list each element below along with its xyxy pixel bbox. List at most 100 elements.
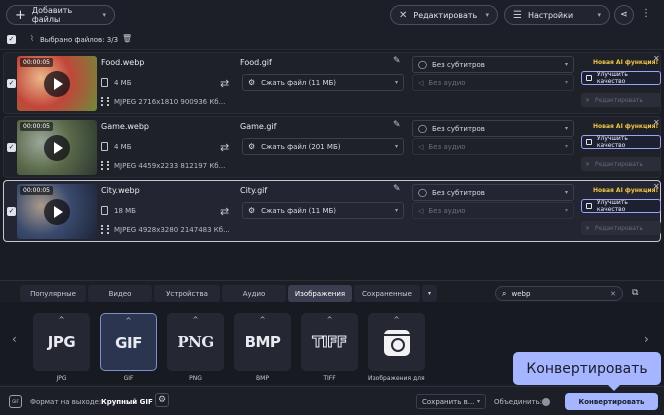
- save-location-select[interactable]: Сохранить в... ▾: [416, 394, 486, 409]
- enhance-quality-button[interactable]: Улучшить качество: [581, 135, 661, 149]
- share-icon: ⋖: [620, 10, 628, 20]
- chevron-up-icon[interactable]: ^: [301, 316, 358, 324]
- compress-select[interactable]: ⚙ Сжать файл (201 МБ) ▾: [242, 138, 404, 155]
- chevron-down-icon: ▾: [476, 398, 480, 405]
- file-checkbox[interactable]: ✓: [7, 79, 16, 88]
- play-icon[interactable]: [44, 135, 70, 161]
- compress-settings-icon: ⚙: [248, 206, 256, 215]
- tabs-more-button[interactable]: ▾: [422, 285, 437, 302]
- merge-toggle[interactable]: [542, 398, 550, 406]
- tab-popular[interactable]: Популярные: [20, 285, 86, 302]
- tab-label: Изображения: [294, 289, 346, 298]
- compress-select[interactable]: ⚙ Сжать файл (11 МБ) ▾: [242, 202, 404, 219]
- remove-file-icon[interactable]: ✕: [653, 118, 660, 127]
- chevron-up-icon[interactable]: ^: [33, 316, 90, 324]
- chevron-up-icon[interactable]: ^: [167, 316, 224, 324]
- tab-label: Сохраненные: [362, 289, 412, 298]
- more-options-icon[interactable]: ⋮: [641, 8, 651, 19]
- rename-pencil-icon[interactable]: ✎: [393, 120, 401, 130]
- source-file-meta: MJPEG 4928x3280 2147483 Кб...: [101, 225, 230, 234]
- audio-value: Без аудио: [428, 78, 466, 87]
- chevron-up-icon[interactable]: ^: [101, 317, 156, 325]
- format-logo: TIFF: [312, 333, 348, 352]
- tab-label: Видео: [108, 289, 132, 298]
- file-checkbox[interactable]: ✓: [7, 207, 16, 216]
- chevron-down-icon: ▾: [394, 207, 398, 214]
- format-logo: BMP: [244, 333, 281, 351]
- tab-video[interactable]: Видео: [88, 285, 152, 302]
- file-row[interactable]: ✓ 00:00:05 Game.webp 4 МБ MJPEG 4459x223…: [3, 116, 661, 178]
- edit-file-button[interactable]: ✕ Редактировать: [581, 93, 661, 107]
- play-icon[interactable]: [44, 71, 70, 97]
- compress-value: Сжать файл (11 МБ): [261, 78, 337, 87]
- format-card-tiff[interactable]: ^ TIFF: [301, 313, 358, 371]
- format-search-input[interactable]: ⌕ webp ✕: [495, 286, 623, 301]
- tab-audio[interactable]: Аудио: [222, 285, 286, 302]
- chevron-up-icon[interactable]: ^: [234, 316, 291, 324]
- file-thumbnail[interactable]: 00:00:05: [17, 184, 97, 239]
- enhance-quality-button[interactable]: Улучшить качество: [581, 199, 661, 213]
- trash-icon[interactable]: 🗑: [122, 34, 132, 43]
- camera-icon: [384, 330, 410, 356]
- scroll-right-icon[interactable]: ›: [644, 332, 649, 346]
- format-label: Изображения для с...: [368, 375, 425, 382]
- format-card-png[interactable]: ^ PNG: [167, 313, 224, 371]
- file-checkbox[interactable]: ✓: [7, 143, 16, 152]
- subtitles-select[interactable]: ◯ Без субтитров ▾: [412, 184, 574, 201]
- output-settings-button[interactable]: ⚙: [155, 393, 169, 407]
- tab-saved[interactable]: Сохраненные: [354, 285, 420, 302]
- subtitles-select[interactable]: ◯ Без субтитров ▾: [412, 56, 574, 73]
- edit-file-button[interactable]: ✕ Редактировать: [581, 157, 661, 171]
- output-format-icon: GIF: [9, 395, 22, 408]
- play-icon[interactable]: [44, 199, 70, 225]
- search-icon: ⌕: [502, 288, 507, 298]
- file-icon: [101, 78, 108, 87]
- chevron-up-icon[interactable]: ^: [368, 316, 425, 324]
- enhance-checkbox[interactable]: [586, 203, 592, 209]
- source-file-size: 4 МБ: [101, 78, 132, 87]
- remove-file-icon[interactable]: ✕: [653, 182, 660, 191]
- collapse-panel-icon[interactable]: ⧉: [632, 288, 638, 298]
- edit-menu-button[interactable]: ✕ Редактировать ▾: [390, 5, 498, 25]
- source-file-name: Food.webp: [101, 58, 145, 67]
- share-button[interactable]: ⋖: [614, 5, 634, 25]
- tab-images[interactable]: Изображения: [288, 285, 352, 302]
- convert-arrows-icon: ⇄: [220, 205, 230, 218]
- file-row[interactable]: ✓ 00:00:05 Food.webp 4 МБ MJPEG 2716x181…: [3, 52, 661, 114]
- tab-label: Аудио: [242, 289, 266, 298]
- enhance-checkbox[interactable]: [586, 75, 592, 81]
- subtitles-select[interactable]: ◯ Без субтитров ▾: [412, 120, 574, 137]
- rename-pencil-icon[interactable]: ✎: [393, 56, 401, 66]
- edit-file-button[interactable]: ✕ Редактировать: [581, 221, 661, 235]
- scroll-left-icon[interactable]: ‹: [12, 332, 17, 346]
- format-card-bmp[interactable]: ^ BMP: [234, 313, 291, 371]
- format-card-gif[interactable]: ^ GIF: [100, 313, 157, 371]
- file-thumbnail[interactable]: 00:00:05: [17, 120, 97, 175]
- add-files-button[interactable]: + Добавить файлы ▾: [6, 5, 115, 25]
- enhance-quality-button[interactable]: Улучшить качество: [581, 71, 661, 85]
- search-value: webp: [511, 289, 531, 298]
- source-file-name: City.webp: [101, 186, 140, 195]
- format-card-jpg[interactable]: ^ JPG: [33, 313, 90, 371]
- compress-select[interactable]: ⚙ Сжать файл (11 МБ) ▾: [242, 74, 404, 91]
- convert-arrows-icon: ⇄: [220, 77, 230, 90]
- clear-search-icon[interactable]: ✕: [610, 290, 616, 298]
- convert-tooltip: Конвертировать: [513, 352, 661, 391]
- format-card-social[interactable]: ^: [368, 313, 425, 371]
- select-all-checkbox[interactable]: ✓: [7, 35, 16, 44]
- remove-file-icon[interactable]: ✕: [653, 54, 660, 63]
- source-size-value: 4 МБ: [114, 142, 132, 151]
- file-thumbnail[interactable]: 00:00:05: [17, 56, 97, 111]
- subtitles-value: Без субтитров: [431, 124, 485, 133]
- format-logo: GIF: [115, 334, 142, 352]
- file-row[interactable]: ✓ 00:00:05 City.webp 18 МБ MJPEG 4928x32…: [3, 180, 661, 242]
- output-format-value: Крупный GIF: [101, 398, 153, 406]
- convert-button[interactable]: Конвертировать: [565, 393, 658, 410]
- tab-label: Устройства: [166, 289, 208, 298]
- subtitles-icon: ◯: [418, 60, 427, 69]
- top-toolbar: + Добавить файлы ▾ ✕ Редактировать ▾ ☰ Н…: [0, 0, 664, 30]
- enhance-checkbox[interactable]: [586, 139, 592, 145]
- rename-pencil-icon[interactable]: ✎: [393, 184, 401, 194]
- tab-devices[interactable]: Устройства: [154, 285, 220, 302]
- settings-button[interactable]: ☰ Настройки ▾: [504, 5, 610, 25]
